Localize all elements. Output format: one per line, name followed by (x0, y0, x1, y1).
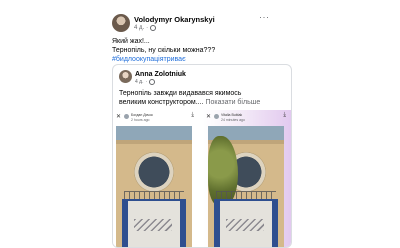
panel-time: 24 minutes ago (221, 117, 245, 122)
building-photo[interactable] (208, 126, 284, 247)
post-body: Який жах!... Тернопіль, ну скільки можна… (112, 37, 284, 64)
globe-icon (150, 25, 157, 31)
globe-icon (149, 79, 156, 85)
post-author-name[interactable]: Volodymyr Okarynskyi (134, 15, 215, 24)
panel-avatar (124, 114, 129, 119)
shared-author-name[interactable]: Anna Zolotniuk (135, 71, 186, 78)
see-more-link[interactable]: Показати більше (205, 99, 260, 106)
panel-avatar (214, 114, 219, 119)
screenshot-panel-2[interactable]: ✕ Vitalia Bublak 24 minutes ago ⤓ (203, 110, 291, 247)
feed-post: Volodymyr Okarynskyi 4 д. · ··· Який жах… (108, 10, 292, 248)
post-text-line: Який жах!... (112, 38, 150, 45)
close-icon[interactable]: ✕ (206, 113, 211, 120)
post-text-line: Тернопіль, ну скільки можна??? (112, 47, 216, 54)
shared-post-text: Тернопіль завжди видавався якимось велик… (119, 89, 289, 107)
shared-author-avatar[interactable] (119, 70, 132, 83)
more-options-button[interactable]: ··· (259, 12, 270, 22)
author-avatar[interactable] (112, 14, 130, 32)
shared-post-time[interactable]: 4 д. (135, 79, 143, 85)
close-icon[interactable]: ✕ (116, 113, 121, 120)
screenshot-panel-1[interactable]: ✕ Богдан Дячок 2 hours ago ⤓ (113, 110, 199, 247)
panel-author-name: Vitalia Bublak (221, 113, 243, 117)
shared-text-line: Тернопіль завжди видавався якимось (119, 90, 242, 97)
panel-header: ✕ Vitalia Bublak 24 minutes ago ⤓ (203, 112, 291, 124)
download-icon[interactable]: ⤓ (191, 112, 194, 119)
post-meta: 4 д. · (134, 25, 157, 31)
panel-header: ✕ Богдан Дячок 2 hours ago ⤓ (113, 112, 199, 124)
shared-post-meta: 4 д. · (135, 79, 156, 85)
hashtag-link[interactable]: #бидлоокупаціятриває (112, 55, 284, 64)
shared-post[interactable]: Anna Zolotniuk 4 д. · Тернопіль завжди в… (112, 64, 292, 248)
panel-time: 2 hours ago (131, 117, 150, 122)
shared-text-line: великим конструктором.... (119, 99, 204, 106)
download-icon[interactable]: ⤓ (283, 112, 286, 119)
panel-author-name: Богдан Дячок (131, 113, 153, 117)
building-photo[interactable] (116, 126, 192, 247)
post-time[interactable]: 4 д. (134, 25, 144, 31)
